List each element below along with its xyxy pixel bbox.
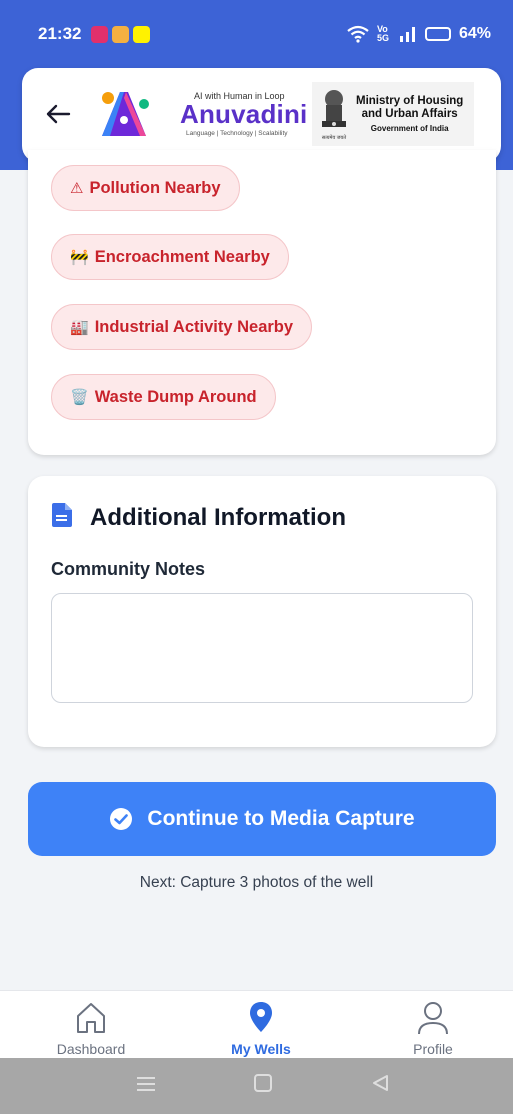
chip-label: Encroachment Nearby [94, 247, 270, 266]
brand-subtitle: Language | Technology | Scalability [186, 130, 288, 137]
nav-label: Dashboard [56, 1041, 126, 1057]
status-apps [91, 25, 151, 43]
instagram-icon [91, 25, 109, 43]
national-emblem-icon: सत्यमेव जयते [316, 87, 352, 141]
continue-label: Continue to Media Capture [147, 807, 415, 830]
ministry-logo: सत्यमेव जयते Ministry of Housing and Urb… [312, 82, 474, 146]
section-title: Additional Information [90, 504, 346, 531]
chip-label: Industrial Activity Nearby [94, 317, 294, 336]
chip-encroachment[interactable]: 🚧 Encroachment Nearby [51, 234, 289, 280]
bottom-nav: Dashboard My Wells Profile [0, 990, 513, 1058]
community-notes-label: Community Notes [51, 559, 206, 579]
signal-icon [399, 27, 415, 42]
back-button[interactable] [42, 98, 74, 130]
factory-icon: 🏭 [70, 319, 89, 336]
arrow-left-icon [46, 104, 71, 124]
chip-label: Pollution Nearby [89, 178, 221, 197]
back-system-button[interactable] [360, 1072, 400, 1098]
recents-button[interactable] [126, 1072, 166, 1098]
menu-icon [137, 1077, 155, 1091]
status-right: Vo 5G 64% [347, 25, 491, 43]
emblem-caption: सत्यमेव जयते [321, 135, 347, 141]
construction-icon: 🚧 [70, 249, 89, 266]
chip-waste-dump[interactable]: 🗑️ Waste Dump Around [51, 374, 276, 420]
trash-icon: 🗑️ [70, 389, 89, 406]
issues-card: ⚠ Pollution Nearby 🚧 Encroachment Nearby… [28, 150, 496, 455]
brand-name: Anuvadini [180, 99, 308, 129]
next-step-hint: Next: Capture 3 photos of the well [139, 874, 374, 891]
ministry-line3: Government of India [370, 123, 449, 133]
ministry-text: Ministry of Housing and Urban Affairs Go… [356, 95, 463, 133]
chip-label: Waste Dump Around [94, 387, 257, 406]
anuvadini-logo-icon [102, 92, 149, 136]
nav-dashboard[interactable]: Dashboard [31, 991, 151, 1059]
additional-info-card: Additional Information Community Notes [28, 476, 496, 747]
community-notes-input[interactable] [51, 593, 473, 703]
status-time: 21:32 [38, 24, 82, 43]
ministry-line1: Ministry of Housing [356, 95, 464, 108]
wifi-icon [347, 25, 369, 43]
square-icon [254, 1074, 272, 1092]
user-icon [418, 1002, 448, 1035]
continue-button[interactable]: Continue to Media Capture [28, 782, 496, 856]
nav-profile[interactable]: Profile [373, 991, 493, 1059]
home-button[interactable] [243, 1072, 283, 1098]
battery-icon [424, 27, 451, 41]
triangle-back-icon [373, 1075, 388, 1091]
box-icon [112, 25, 130, 43]
check-circle-icon [110, 808, 133, 830]
ministry-line2: and Urban Affairs [361, 108, 458, 121]
chip-industrial[interactable]: 🏭 Industrial Activity Nearby [51, 304, 313, 350]
location-pin-icon [250, 1002, 272, 1032]
home-icon [77, 1003, 105, 1033]
nav-label: My Wells [231, 1041, 291, 1057]
header-card: AI with Human in Loop Anuvadini Language… [22, 68, 501, 162]
battery-level: 64% [458, 25, 491, 42]
status-bar: 21:32 Vo 5G 64% [0, 0, 513, 68]
network-label: Vo 5G [376, 24, 389, 43]
snapchat-icon [133, 25, 151, 43]
chip-pollution[interactable]: ⚠ Pollution Nearby [51, 165, 240, 211]
nav-label: Profile [413, 1041, 453, 1057]
warning-icon: ⚠ [70, 180, 84, 197]
nav-my-wells[interactable]: My Wells [201, 991, 321, 1059]
document-icon [52, 503, 72, 527]
system-nav-bar [0, 1058, 513, 1114]
